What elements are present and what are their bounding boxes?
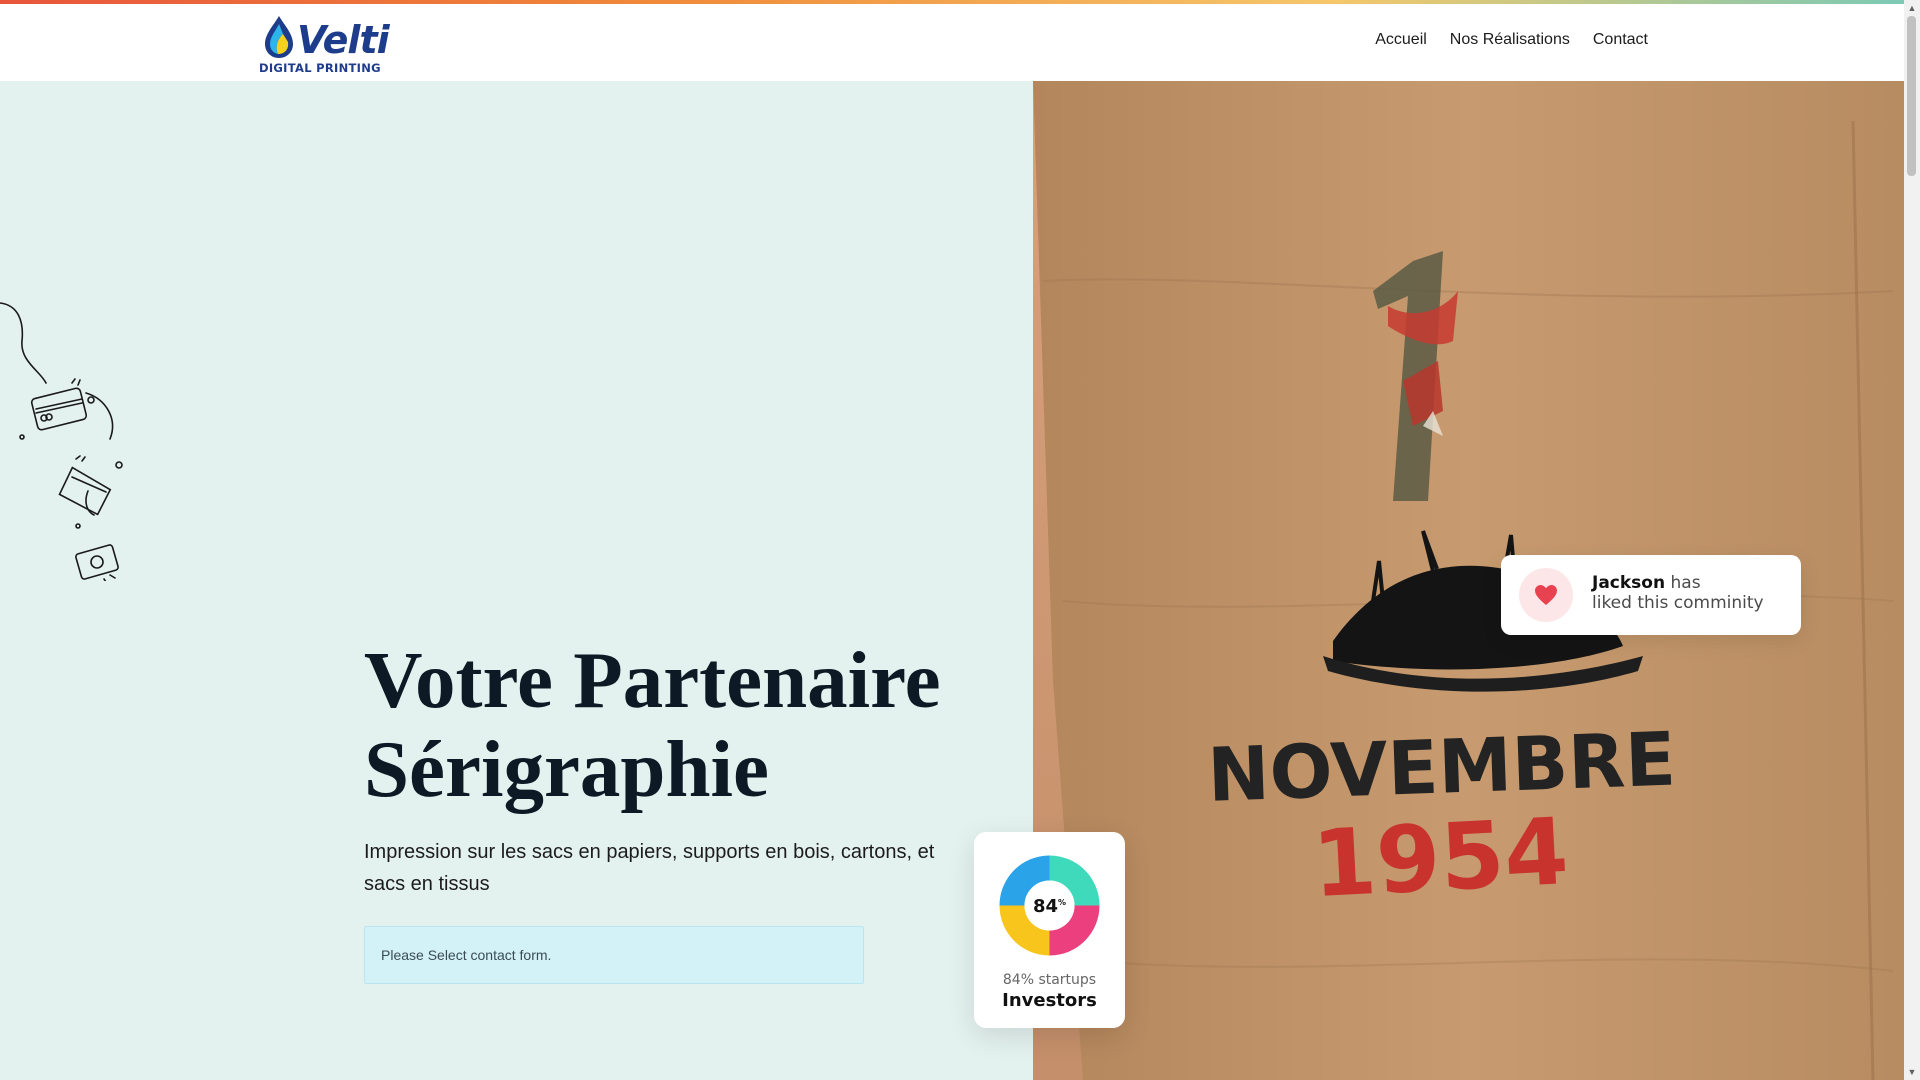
contact-form-notice-text: Please Select contact form. — [381, 947, 552, 963]
hero-title-line2: Sérigraphie — [364, 724, 769, 814]
scroll-down-icon[interactable]: ▼ — [1904, 1064, 1920, 1080]
nav-item-accueil[interactable]: Accueil — [1375, 31, 1427, 49]
nav-item-contact[interactable]: Contact — [1593, 31, 1648, 49]
brand-tagline: DIGITAL PRINTING — [259, 61, 381, 75]
like-message: Jackson has liked this comminity — [1592, 573, 1764, 613]
hero-title: Votre Partenaire Sérigraphie — [364, 636, 1004, 814]
like-text-detail: liked this comminity — [1592, 593, 1764, 613]
donut-value-number: 84 — [1032, 896, 1059, 917]
brand-name: Velti — [297, 18, 390, 62]
hero-subtitle: Impression sur les sacs en papiers, supp… — [364, 841, 935, 895]
brand-logo[interactable]: Velti DIGITAL PRINTING — [259, 14, 390, 76]
scrollbar-thumb[interactable] — [1907, 16, 1916, 176]
payment-doodle-illustration — [0, 302, 123, 581]
main-nav: Accueil Nos Réalisations Contact — [1375, 31, 1648, 49]
bag-print-1954: 1954 — [1310, 798, 1571, 918]
site-header: Velti DIGITAL PRINTING Accueil Nos Réali… — [0, 4, 1904, 81]
donut-value-unit: % — [1058, 898, 1067, 907]
scroll-up-icon[interactable]: ▲ — [1904, 0, 1920, 16]
hero-title-line1: Votre Partenaire — [364, 635, 941, 725]
heart-badge — [1519, 568, 1573, 622]
like-user-name: Jackson — [1592, 573, 1666, 593]
contact-form-notice: Please Select contact form. — [364, 926, 864, 984]
nav-item-realisations[interactable]: Nos Réalisations — [1450, 31, 1570, 49]
bag-print-novembre: NOVEMBRE — [1206, 717, 1677, 819]
hero-section: NOVEMBRE 1954 Votre Partenaire Sérigraph… — [0, 81, 1904, 1080]
like-text-has: has — [1670, 573, 1701, 593]
investors-subtitle: 84% startups — [1002, 972, 1097, 988]
investors-title: Investors — [1002, 990, 1097, 1011]
page-scrollbar[interactable]: ▲ ▼ — [1904, 0, 1920, 1080]
investors-stat-card: 84% 84% startups Investors — [974, 832, 1125, 1028]
drop-logo-icon — [265, 16, 293, 58]
like-notification-card: Jackson has liked this comminity — [1501, 555, 1801, 635]
donut-value: 84% — [974, 896, 1125, 917]
heart-icon — [1535, 585, 1557, 605]
